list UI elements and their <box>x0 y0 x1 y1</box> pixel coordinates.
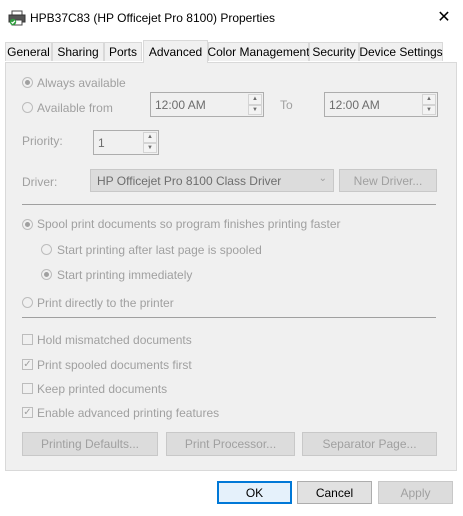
priority-spinner[interactable]: ▲ ▼ <box>143 132 157 153</box>
priority-input[interactable]: 1 ▲ ▼ <box>93 130 159 155</box>
advanced-features-checkbox[interactable]: ✓ <box>22 407 33 418</box>
tab-device-settings[interactable]: Device Settings <box>359 42 443 61</box>
always-available-label: Always available <box>37 76 126 90</box>
spin-up-icon[interactable]: ▲ <box>422 94 436 105</box>
print-direct-label: Print directly to the printer <box>37 296 174 310</box>
hold-mismatched-label: Hold mismatched documents <box>37 333 192 347</box>
spooled-first-checkbox[interactable]: ✓ <box>22 359 33 370</box>
driver-label: Driver: <box>22 175 58 189</box>
to-time-spinner[interactable]: ▲ ▼ <box>422 94 436 115</box>
available-to-time[interactable]: 12:00 AM ▲ ▼ <box>324 92 438 117</box>
printing-defaults-button[interactable]: Printing Defaults... <box>22 432 158 456</box>
tab-general[interactable]: General <box>5 42 52 61</box>
priority-label: Priority: <box>22 134 63 148</box>
printer-icon <box>8 10 26 26</box>
available-from-label: Available from <box>37 101 113 115</box>
title-bar: HPB37C83 (HP Officejet Pro 8100) Propert… <box>0 0 463 36</box>
tab-color-management[interactable]: Color Management <box>207 42 310 61</box>
to-time-value: 12:00 AM <box>329 97 380 112</box>
priority-value: 1 <box>98 135 105 150</box>
tab-sharing[interactable]: Sharing <box>52 42 104 61</box>
chevron-down-icon: ⌄ <box>318 173 327 184</box>
spool-label: Spool print documents so program finishe… <box>37 217 341 231</box>
from-time-value: 12:00 AM <box>155 97 206 112</box>
driver-value: HP Officejet Pro 8100 Class Driver <box>97 173 282 188</box>
tab-bar: General Sharing Ports Advanced Color Man… <box>5 40 457 63</box>
cancel-button[interactable]: Cancel <box>297 481 372 504</box>
available-from-time[interactable]: 12:00 AM ▲ ▼ <box>150 92 264 117</box>
keep-printed-checkbox[interactable] <box>22 383 33 394</box>
spin-up-icon[interactable]: ▲ <box>143 132 157 143</box>
start-after-last-page-radio[interactable] <box>41 244 52 255</box>
available-from-radio[interactable] <box>22 102 33 113</box>
start-immediately-radio[interactable] <box>41 269 52 280</box>
always-available-radio[interactable] <box>22 77 33 88</box>
close-icon: ✕ <box>437 9 451 26</box>
driver-select[interactable]: HP Officejet Pro 8100 Class Driver ⌄ <box>90 169 334 192</box>
hold-mismatched-checkbox[interactable] <box>22 334 33 345</box>
new-driver-button[interactable]: New Driver... <box>339 169 437 192</box>
separator-page-button[interactable]: Separator Page... <box>302 432 437 456</box>
to-label: To <box>280 98 293 112</box>
from-time-spinner[interactable]: ▲ ▼ <box>248 94 262 115</box>
tab-ports[interactable]: Ports <box>104 42 142 61</box>
apply-button[interactable]: Apply <box>378 481 453 504</box>
window-title: HPB37C83 (HP Officejet Pro 8100) Propert… <box>30 11 276 25</box>
close-button[interactable]: ✕ <box>430 6 458 28</box>
spooled-first-label: Print spooled documents first <box>37 358 192 372</box>
spin-down-icon[interactable]: ▼ <box>248 104 262 115</box>
divider <box>22 317 436 318</box>
divider <box>22 204 436 205</box>
spool-radio[interactable] <box>22 219 33 230</box>
start-after-last-page-label: Start printing after last page is spoole… <box>57 243 262 257</box>
keep-printed-label: Keep printed documents <box>37 382 168 396</box>
spin-down-icon[interactable]: ▼ <box>422 104 436 115</box>
spin-up-icon[interactable]: ▲ <box>248 94 262 105</box>
spin-down-icon[interactable]: ▼ <box>143 142 157 153</box>
print-processor-button[interactable]: Print Processor... <box>166 432 295 456</box>
start-immediately-label: Start printing immediately <box>57 268 193 282</box>
print-direct-radio[interactable] <box>22 297 33 308</box>
advanced-features-label: Enable advanced printing features <box>37 406 220 420</box>
tab-security[interactable]: Security <box>309 42 359 61</box>
ok-button[interactable]: OK <box>217 481 292 504</box>
tab-advanced[interactable]: Advanced <box>143 40 208 63</box>
